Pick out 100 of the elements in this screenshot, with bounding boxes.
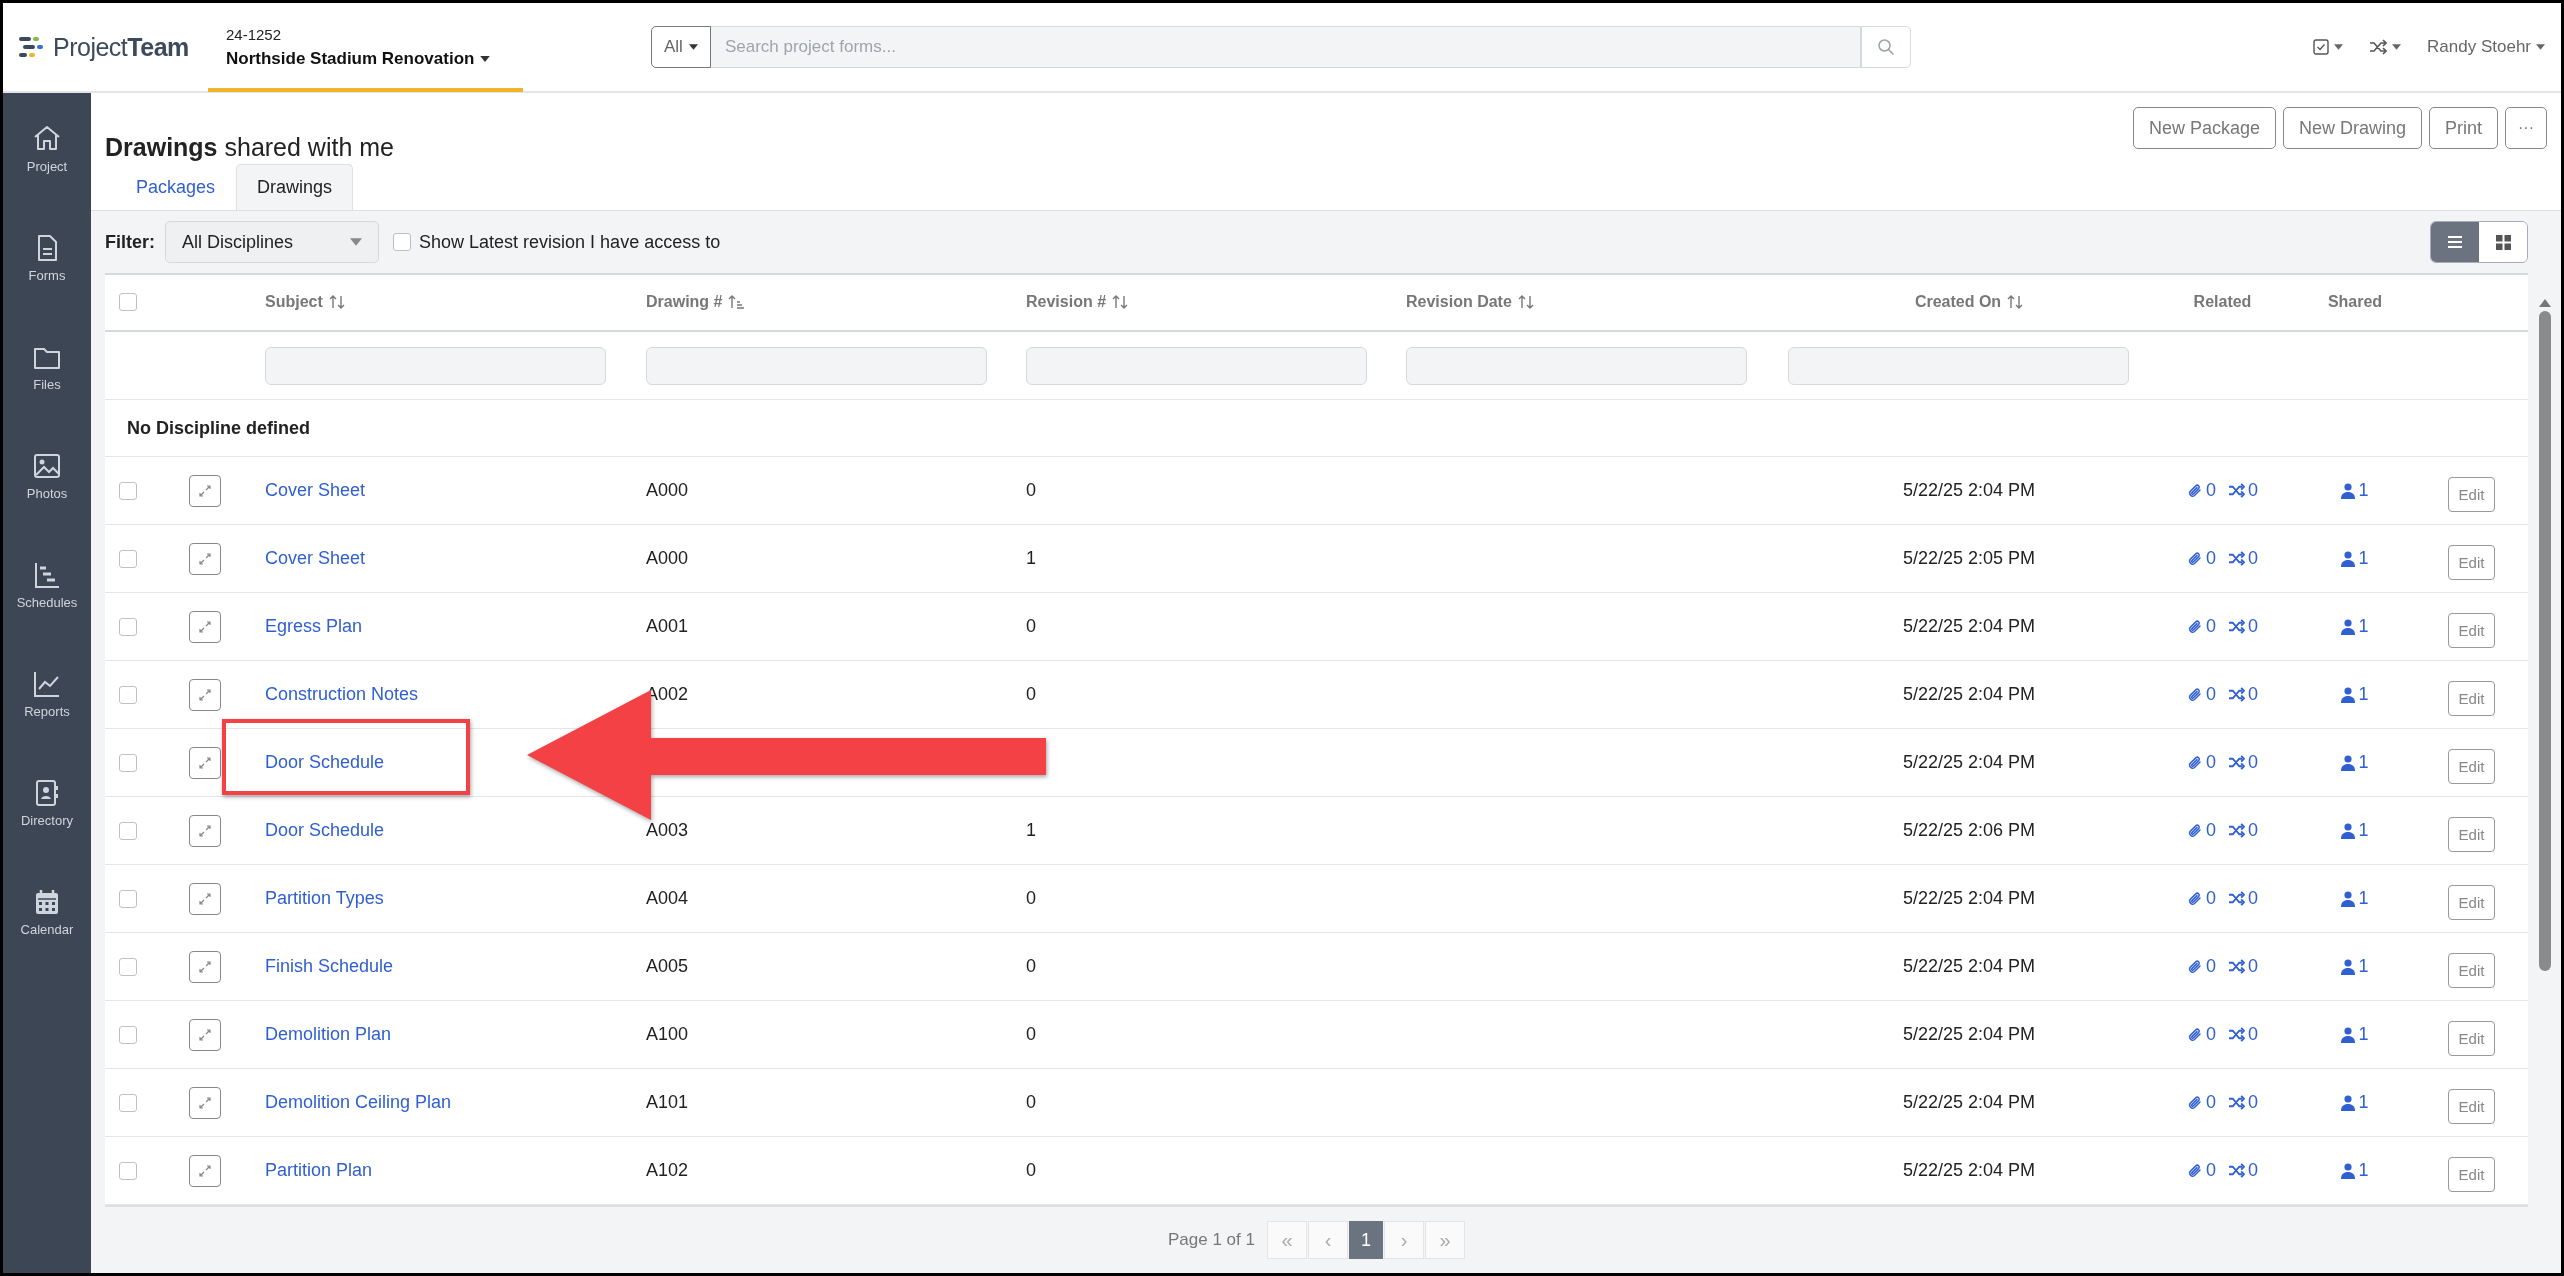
shared-users-link[interactable]: 1 [2341, 684, 2369, 705]
shared-users-link[interactable]: 1 [2341, 752, 2369, 773]
column-filter-field[interactable] [1026, 346, 1367, 385]
drawing-link[interactable]: Demolition Plan [265, 1024, 392, 1045]
expand-button[interactable] [189, 814, 221, 847]
edit-button[interactable]: Edit [2447, 749, 2496, 784]
shared-users-link[interactable]: 1 [2341, 548, 2369, 569]
action-button[interactable]: New Package [2132, 107, 2276, 149]
row-checkbox[interactable] [119, 1093, 137, 1112]
attachments-link[interactable]: 0 [2187, 480, 2216, 501]
checkbox[interactable] [393, 233, 411, 251]
column-header[interactable]: Shared [2327, 293, 2383, 312]
expand-button[interactable] [189, 746, 221, 779]
attachments-link[interactable]: 0 [2187, 616, 2216, 637]
discipline-dropdown[interactable]: All Disciplines [165, 221, 379, 263]
column-header[interactable]: Drawing # [646, 293, 745, 312]
attachments-link[interactable]: 0 [2187, 1024, 2216, 1045]
row-checkbox[interactable] [119, 685, 137, 704]
links-link[interactable]: 0 [2228, 1092, 2258, 1113]
expand-button[interactable] [189, 678, 221, 711]
shared-users-link[interactable]: 1 [2341, 480, 2369, 501]
edit-button[interactable]: Edit [2447, 545, 2496, 580]
expand-button[interactable] [189, 882, 221, 915]
drawing-link[interactable]: Egress Plan [265, 616, 363, 637]
links-link[interactable]: 0 [2228, 820, 2258, 841]
row-checkbox[interactable] [119, 753, 137, 772]
links-link[interactable]: 0 [2228, 956, 2258, 977]
drawing-link[interactable]: Door Schedule [265, 752, 385, 773]
attachments-link[interactable]: 0 [2187, 1092, 2216, 1113]
sidebar-item[interactable]: Calendar [20, 886, 74, 937]
drawing-link[interactable]: Partition Plan [265, 1160, 373, 1181]
shared-users-link[interactable]: 1 [2341, 888, 2369, 909]
expand-button[interactable] [189, 1018, 221, 1051]
drawing-link[interactable]: Demolition Ceiling Plan [265, 1092, 452, 1113]
row-checkbox[interactable] [119, 1025, 137, 1044]
attachments-link[interactable]: 0 [2187, 1160, 2216, 1181]
drawing-link[interactable]: Partition Types [265, 888, 384, 909]
column-filter-field[interactable] [646, 346, 987, 385]
attachments-link[interactable]: 0 [2187, 888, 2216, 909]
links-menu-button[interactable] [2369, 39, 2402, 55]
shared-users-link[interactable]: 1 [2341, 1092, 2369, 1113]
edit-button[interactable]: Edit [2447, 477, 2496, 512]
drawing-link[interactable]: Door Schedule [265, 820, 385, 841]
row-checkbox[interactable] [119, 957, 137, 976]
row-checkbox[interactable] [119, 821, 137, 840]
sidebar-item[interactable]: Forms [28, 232, 66, 283]
page-button[interactable]: 1 [1349, 1221, 1383, 1259]
scope-dropdown[interactable]: All [651, 26, 711, 68]
search-button[interactable] [1860, 26, 1911, 68]
expand-button[interactable] [189, 542, 221, 575]
expand-button[interactable] [189, 610, 221, 643]
row-checkbox[interactable] [119, 1161, 137, 1180]
scrollbar-thumb[interactable] [2538, 311, 2551, 971]
column-header[interactable]: Revision # [1026, 293, 1129, 312]
column-header[interactable]: Related [2193, 293, 2252, 312]
action-button[interactable]: New Drawing [2282, 107, 2422, 149]
shared-users-link[interactable]: 1 [2341, 1160, 2369, 1181]
drawing-link[interactable]: Cover Sheet [265, 480, 366, 501]
shared-users-link[interactable]: 1 [2341, 616, 2369, 637]
column-filter-field[interactable] [1406, 346, 1747, 385]
links-link[interactable]: 0 [2228, 616, 2258, 637]
drawing-link[interactable]: Finish Schedule [265, 956, 394, 977]
expand-button[interactable] [189, 474, 221, 507]
links-link[interactable]: 0 [2228, 1024, 2258, 1045]
action-button[interactable]: Print [2429, 107, 2498, 149]
row-checkbox[interactable] [119, 481, 137, 500]
row-checkbox[interactable] [119, 549, 137, 568]
sidebar-item[interactable]: Directory [21, 777, 73, 828]
attachments-link[interactable]: 0 [2187, 752, 2216, 773]
select-all-checkbox[interactable] [119, 293, 137, 312]
grid-view-button[interactable] [2479, 222, 2527, 262]
shared-users-link[interactable]: 1 [2341, 1024, 2369, 1045]
list-view-button[interactable] [2431, 222, 2479, 262]
edit-button[interactable]: Edit [2447, 1021, 2496, 1056]
edit-button[interactable]: Edit [2447, 681, 2496, 716]
attachments-link[interactable]: 0 [2187, 820, 2216, 841]
attachments-link[interactable]: 0 [2187, 548, 2216, 569]
edit-button[interactable]: Edit [2447, 885, 2496, 920]
links-link[interactable]: 0 [2228, 888, 2258, 909]
sidebar-item[interactable]: Reports [24, 668, 70, 719]
drawing-link[interactable]: Cover Sheet [265, 548, 366, 569]
row-checkbox[interactable] [119, 889, 137, 908]
column-header[interactable]: Created On [1914, 293, 2024, 312]
search-field[interactable]: Search project forms... [710, 26, 1861, 68]
edit-button[interactable]: Edit [2447, 613, 2496, 648]
column-filter-field[interactable] [265, 346, 606, 385]
column-filter-field[interactable] [1788, 346, 2129, 385]
links-link[interactable]: 0 [2228, 480, 2258, 501]
tasks-menu-button[interactable] [2313, 39, 2344, 55]
edit-button[interactable]: Edit [2447, 817, 2496, 852]
sidebar-item[interactable]: Project [26, 123, 68, 174]
shared-users-link[interactable]: 1 [2341, 820, 2369, 841]
sidebar-item[interactable]: Schedules [16, 559, 78, 610]
links-link[interactable]: 0 [2228, 1160, 2258, 1181]
sidebar-item[interactable]: Files [31, 341, 63, 392]
links-link[interactable]: 0 [2228, 752, 2258, 773]
expand-button[interactable] [189, 1086, 221, 1119]
more-button[interactable]: ··· [2505, 107, 2547, 149]
drawing-link[interactable]: Construction Notes [265, 684, 419, 705]
edit-button[interactable]: Edit [2447, 1157, 2496, 1192]
